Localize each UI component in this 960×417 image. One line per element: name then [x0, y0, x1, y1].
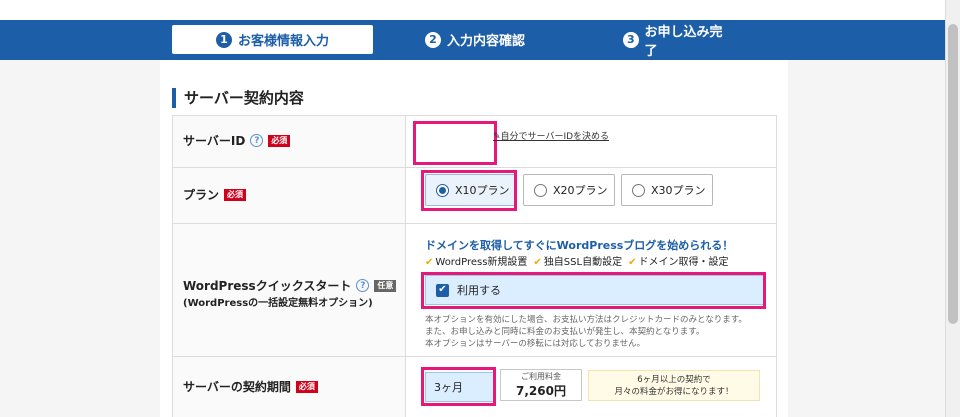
- plan-highlight: [421, 170, 517, 211]
- feature-item: ✔ ドメイン取得・設定: [628, 253, 728, 268]
- step-customer-info: 1 お客様情報入力: [172, 25, 373, 54]
- fee-label: ご利用料金: [521, 372, 561, 381]
- step-label: お申し込み完了: [644, 24, 723, 59]
- optional-badge: 任意: [374, 279, 397, 292]
- wp-highlight: [421, 272, 766, 309]
- wp-feature-list: ✔ WordPress新規設置 ✔ 独自SSL自動設定 ✔ ドメイン取得・設定: [425, 253, 728, 268]
- help-icon[interactable]: ?: [356, 279, 370, 292]
- table-border-right: [776, 115, 777, 417]
- feature-text: ドメイン取得・設定: [638, 257, 729, 268]
- plan-label-text: プラン: [183, 188, 220, 202]
- pencil-icon: ✎: [493, 132, 501, 142]
- note-line: 本オプションはサーバーの移転には対応しておりません。: [425, 339, 646, 349]
- row-divider: [172, 115, 776, 116]
- help-icon[interactable]: ?: [250, 134, 264, 147]
- wp-quickstart-label: WordPressクイックスタート ? 任意: [183, 277, 397, 294]
- step-number: 1: [215, 31, 232, 48]
- promo-line: 月々の料金がお得になります！: [614, 386, 734, 397]
- wp-quickstart-sublabel: (WordPressの一括設定無料オプション): [183, 298, 373, 309]
- column-divider: [405, 115, 406, 417]
- section-title: サーバー契約内容: [172, 88, 304, 108]
- scrollbar-thumb[interactable]: [948, 24, 958, 324]
- radio-icon: [632, 183, 645, 197]
- step-label: お客様情報入力: [237, 34, 329, 49]
- page-scrollbar[interactable]: [945, 0, 960, 417]
- plan-x20-option[interactable]: X20プラン: [523, 174, 615, 206]
- feature-item: ✔ WordPress新規設置: [425, 253, 527, 268]
- required-badge: 必須: [268, 134, 291, 147]
- custom-server-id-link-text: 自分でサーバーIDを決める: [500, 132, 610, 142]
- contract-period-label-text: サーバーの契約期間: [183, 380, 291, 394]
- check-icon: ✔: [533, 257, 542, 268]
- table-border-left: [172, 115, 173, 417]
- feature-item: ✔ 独自SSL自動設定: [533, 253, 622, 268]
- contract-period-label: サーバーの契約期間 必須: [183, 378, 318, 395]
- feature-text: 独自SSL自動設定: [543, 257, 623, 268]
- plan-option-label: X30プラン: [651, 184, 706, 197]
- feature-text: WordPress新規設置: [435, 257, 528, 268]
- wp-quickstart-label-text: WordPressクイックスタート: [183, 279, 352, 293]
- plan-x30-option[interactable]: X30プラン: [621, 174, 713, 206]
- row-divider: [172, 167, 776, 168]
- wp-notes: 本オプションを有効にした場合、お支払い方法はクレジットカードのみとなります。 ま…: [425, 314, 747, 350]
- radio-icon: [534, 183, 547, 197]
- promo-line: 6ヶ月以上の契約で: [637, 374, 711, 385]
- plan-option-label: X20プラン: [553, 184, 608, 197]
- step-label: 入力内容確認: [447, 34, 526, 49]
- period-highlight: [421, 367, 496, 406]
- step-number: 3: [623, 31, 639, 48]
- server-id-label: サーバーID ? 必須: [183, 132, 291, 149]
- progress-steps: 1 お客様情報入力 2 入力内容確認 3 お申し込み完了: [0, 20, 945, 60]
- plan-label: プラン 必須: [183, 186, 247, 203]
- step-confirm: 2 入力内容確認: [425, 25, 525, 54]
- custom-server-id-link[interactable]: ✎自分でサーバーIDを決める: [493, 129, 609, 142]
- required-badge: 必須: [295, 380, 318, 393]
- note-line: 本オプションを有効にした場合、お支払い方法はクレジットカードのみとなります。: [425, 315, 747, 325]
- server-id-highlight: [413, 121, 497, 165]
- promo-note: 6ヶ月以上の契約で 月々の料金がお得になります！: [588, 370, 760, 401]
- step-number: 2: [425, 31, 441, 48]
- check-icon: ✔: [425, 257, 434, 268]
- required-badge: 必須: [224, 188, 247, 201]
- wp-headline: ドメインを取得してすぐにWordPressブログを始められる！: [425, 239, 734, 252]
- top-strip: [0, 0, 945, 20]
- server-id-label-text: サーバーID: [183, 134, 246, 148]
- row-divider: [172, 356, 776, 357]
- fee-amount: 7,260円: [516, 384, 566, 398]
- check-icon: ✔: [628, 257, 637, 268]
- note-line: また、お申し込みと同時に料金のお支払いが発生し、本契約となります。: [425, 327, 705, 337]
- step-complete: 3 お申し込み完了: [623, 25, 733, 59]
- fee-box: ご利用料金 7,260円: [500, 369, 582, 401]
- row-divider: [172, 223, 776, 224]
